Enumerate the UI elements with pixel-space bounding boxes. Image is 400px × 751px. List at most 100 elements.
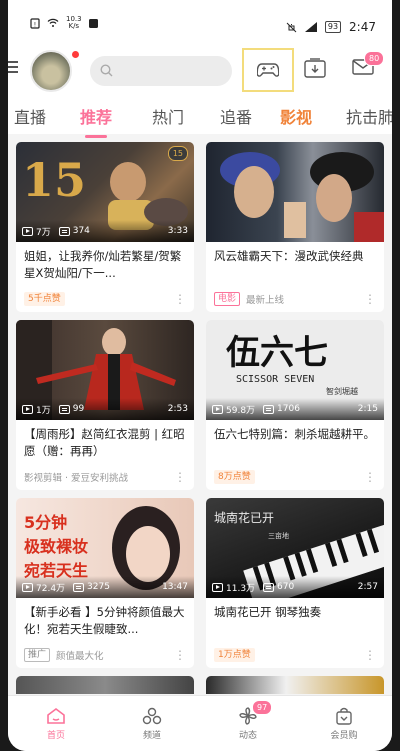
thumbnail-stats: 1万 99 2:53 [16,398,194,420]
video-title: 姐姐，让我养你/灿若繁星/贺繁星X贺灿阳/下一... [24,249,182,280]
more-options-icon[interactable]: ⋮ [174,649,186,661]
tab-hot[interactable]: 热门 [152,104,184,138]
video-duration: 3:33 [167,226,188,236]
svg-text:15: 15 [22,153,86,207]
game-center-button[interactable] [242,48,294,92]
nav-home[interactable]: 首页 [8,696,104,751]
video-duration: 2:53 [167,404,188,414]
svg-text:!: ! [34,21,36,28]
video-source: 颜值最大化 [56,651,104,662]
more-options-icon[interactable]: ⋮ [174,471,186,483]
download-icon [304,58,326,78]
danmaku-icon [263,404,275,414]
play-count-icon [212,582,223,592]
nav-vip-shop[interactable]: 会员购 [296,696,392,751]
bottom-navigation: 首页 频道 动态 97 会员购 [8,695,392,751]
tab-movies[interactable]: 影视 [280,104,312,138]
thumbnail-stats: 59.8万 1706 2:15 [206,398,384,420]
notification-icon: ! [30,17,40,29]
video-source: 影视剪辑 · 爱豆安利挑战 [24,473,129,484]
danmaku-icon [58,226,70,236]
more-options-icon[interactable]: ⋮ [174,293,186,305]
thumbnail-subtitle-text: SCISSOR SEVEN [236,374,314,385]
video-thumbnail: 1万 99 2:53 [16,320,194,420]
menu-icon[interactable] [8,61,18,75]
thumbnail-small-text: 智剑堀越 [326,386,358,396]
play-count-icon [22,582,33,592]
thumbnail-stats: 11.3万 670 2:57 [206,576,384,598]
play-count-icon [22,226,33,236]
video-thumbnail [206,142,384,242]
video-title: 【新手必看 】5分钟将颜值最大化！宛若天生假睫致... [24,605,185,636]
thumbnail-art [220,152,384,242]
video-card[interactable]: 15 15 7万 374 3:33 姐姐，让我养你/灿若繁星/贺繁星X贺灿阳/下… [16,142,194,312]
tab-recommend[interactable]: 推荐 [80,104,112,138]
thumbnail-stats: 7万 374 3:33 [16,220,194,242]
tab-live[interactable]: 直播 [14,104,46,138]
channel-icon [142,707,162,724]
more-options-icon[interactable]: ⋮ [364,471,376,483]
video-card-partial[interactable] [206,676,384,694]
nav-dynamic[interactable]: 动态 97 [200,696,296,751]
dynamic-badge: 97 [252,700,273,715]
message-badge: 80 [364,51,385,66]
video-card[interactable]: 城南花已开 三亩地 11.3万 670 2:57 城南花已开 钢琴独奏 1万点赞… [206,498,384,668]
video-thumbnail: 城南花已开 三亩地 11.3万 670 2:57 [206,498,384,598]
avatar[interactable] [30,50,72,92]
video-title: 伍六七特别篇：刺杀堀越耕平。 [214,427,375,441]
video-card[interactable]: 1万 99 2:53 【周雨彤】赵简红衣混剪 | 红昭愿（赠：再再） 影视剪辑 … [16,320,194,490]
tab-bangumi[interactable]: 追番 [220,104,252,138]
wifi-icon [47,18,59,27]
likes-tag: 8万点赞 [214,470,255,484]
tab-anti-epidemic[interactable]: 抗击肺 [346,104,392,138]
more-options-icon[interactable]: ⋮ [364,293,376,305]
play-count-icon [212,404,223,414]
video-title: 城南花已开 钢琴独奏 [214,605,322,619]
avatar-red-dot [72,51,79,58]
likes-tag: 1万点赞 [214,648,255,662]
video-card[interactable]: 伍六七 SCISSOR SEVEN 智剑堀越 59.8万 1706 2:15 伍… [206,320,384,490]
video-card-partial[interactable] [16,676,194,694]
message-button[interactable]: 80 [352,51,385,80]
clock: 2:47 [349,20,376,34]
battery-indicator: 93 [324,21,342,33]
video-duration: 2:57 [357,582,378,592]
status-bar: ! 10.3 K/s 93 2:47 [8,0,392,40]
thumbnail-title-text: 城南花已开 [214,510,274,525]
search-icon [100,64,113,77]
more-options-icon[interactable]: ⋮ [364,649,376,661]
signal-icon [304,22,317,32]
thumbnail-line-1: 5分钟 [24,513,67,532]
movie-tag: 电影 [214,292,241,306]
video-card[interactable]: 风云雄霸天下：漫改武侠经典 电影 最新上线 ⋮ [206,142,384,312]
app-screen: ! 10.3 K/s 93 2:47 80 直播 推荐 热门 追番 影视 抗击肺… [8,0,392,751]
mute-icon [286,22,297,32]
thumbnail-line-2: 极致裸妆 [24,537,88,556]
channel-tabs: 直播 推荐 热门 追番 影视 抗击肺 [8,98,392,138]
video-feed: 15 15 7万 374 3:33 姐姐，让我养你/灿若繁星/贺繁星X贺灿阳/下… [8,134,392,694]
danmaku-icon [58,404,70,414]
top-header: 80 [8,40,392,98]
app-notification-icon [88,18,98,28]
home-icon [47,707,65,724]
video-thumbnail: 伍六七 SCISSOR SEVEN 智剑堀越 59.8万 1706 2:15 [206,320,384,420]
video-source: 最新上线 [246,295,285,306]
play-count-icon [22,404,33,414]
video-title: 【周雨彤】赵简红衣混剪 | 红昭愿（赠：再再） [24,427,185,458]
video-thumbnail: 15 15 7万 374 3:33 [16,142,194,242]
video-card[interactable]: 5分钟 极致裸妆 宛若天生 72.4万 3275 13:47 【新手必看 】5分… [16,498,194,668]
thumbnail-subtitle-text: 三亩地 [268,531,289,540]
thumbnail-title-text: 伍六七 [226,333,328,373]
video-thumbnail [206,676,384,694]
video-thumbnail: 5分钟 极致裸妆 宛若天生 72.4万 3275 13:47 [16,498,194,598]
net-speed: 10.3 K/s [66,15,82,30]
danmaku-icon [263,582,275,592]
search-input[interactable] [90,56,232,86]
video-duration: 2:15 [357,404,378,414]
video-duration: 13:47 [162,582,188,592]
promotion-tag: 推广 [24,648,51,662]
video-title: 风云雄霸天下：漫改武侠经典 [214,249,364,263]
gamepad-icon [257,63,279,77]
nav-channel[interactable]: 频道 [104,696,200,751]
download-button[interactable] [304,58,326,82]
